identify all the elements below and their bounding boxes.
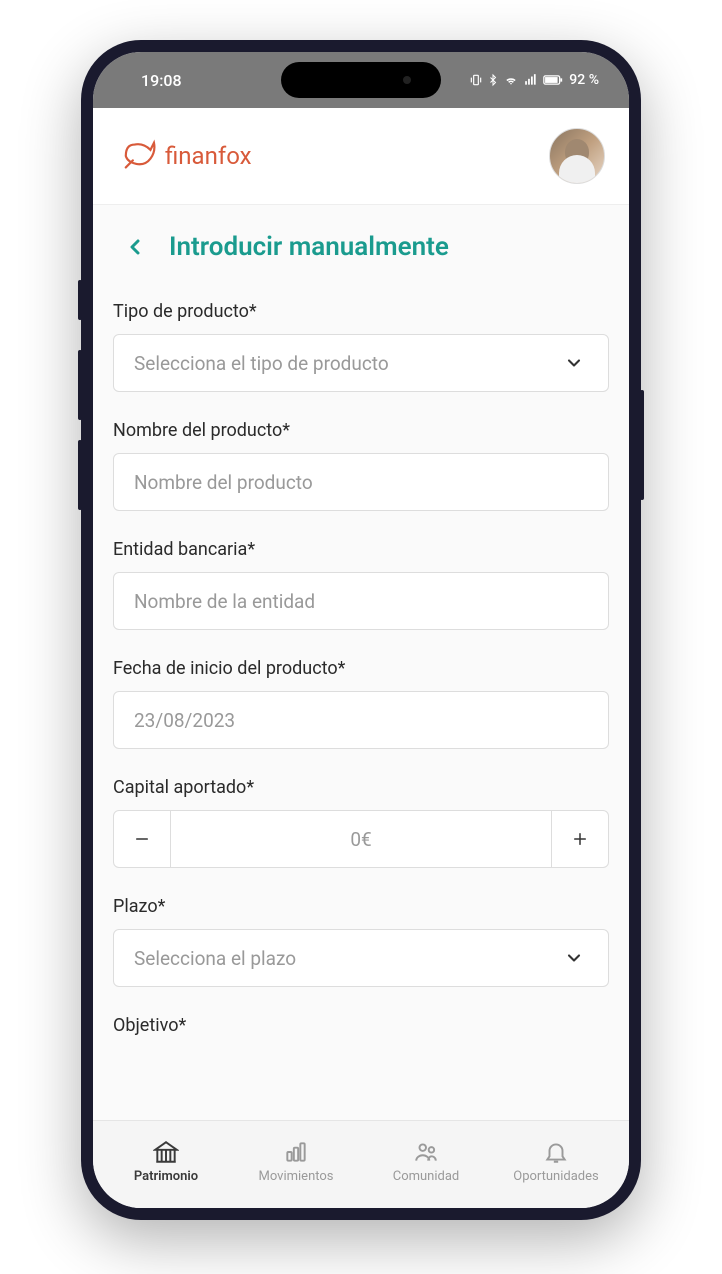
start-date-input[interactable]: 23/08/2023: [113, 691, 609, 749]
status-time: 19:08: [123, 71, 182, 90]
nav-movimientos[interactable]: Movimientos: [231, 1139, 361, 1184]
start-date-group: Fecha de inicio del producto* 23/08/2023: [113, 658, 609, 749]
bell-icon: [543, 1139, 569, 1165]
product-name-label: Nombre del producto*: [113, 420, 609, 441]
nav-comunidad[interactable]: Comunidad: [361, 1139, 491, 1184]
minus-icon: [133, 830, 151, 848]
term-group: Plazo* Selecciona el plazo: [113, 896, 609, 987]
nav-movimientos-label: Movimientos: [258, 1169, 333, 1184]
start-date-value: 23/08/2023: [134, 709, 235, 732]
status-icons: [469, 73, 563, 87]
product-type-group: Tipo de producto* Selecciona el tipo de …: [113, 301, 609, 392]
chevron-down-icon: [564, 353, 584, 373]
content-area: Introducir manualmente Tipo de producto*…: [93, 205, 629, 1120]
nav-comunidad-label: Comunidad: [393, 1169, 460, 1184]
capital-group: Capital aportado* 0€: [113, 777, 609, 868]
term-select[interactable]: Selecciona el plazo: [113, 929, 609, 987]
bank-entity-label: Entidad bancaria*: [113, 539, 609, 560]
nav-patrimonio-label: Patrimonio: [134, 1169, 198, 1184]
chevron-left-icon: [123, 235, 147, 259]
people-icon: [413, 1139, 439, 1165]
page-title: Introducir manualmente: [169, 232, 449, 262]
logo[interactable]: finanfox: [117, 134, 252, 178]
phone-screen: 19:08 92 % finanfox: [93, 52, 629, 1208]
battery-percent: 92 %: [569, 72, 599, 88]
app-header: finanfox: [93, 108, 629, 205]
nav-oportunidades[interactable]: Oportunidades: [491, 1139, 621, 1184]
battery-icon: [543, 74, 563, 86]
back-button[interactable]: [117, 229, 153, 265]
bank-entity-group: Entidad bancaria* Nombre de la entidad: [113, 539, 609, 630]
chart-icon: [283, 1139, 309, 1165]
avatar[interactable]: [549, 128, 605, 184]
capital-decrease-button[interactable]: [113, 810, 171, 868]
logo-text: finanfox: [165, 142, 252, 170]
wifi-icon: [503, 73, 519, 87]
bank-entity-input[interactable]: Nombre de la entidad: [113, 572, 609, 630]
status-right: 92 %: [469, 72, 599, 88]
nav-patrimonio[interactable]: Patrimonio: [101, 1139, 231, 1184]
notch: [281, 62, 441, 98]
power-button: [640, 390, 644, 500]
bank-icon: [153, 1139, 179, 1165]
product-type-placeholder: Selecciona el tipo de producto: [134, 352, 389, 375]
page-header: Introducir manualmente: [113, 229, 609, 265]
bottom-nav: Patrimonio Movimientos Comunidad Oportun…: [93, 1120, 629, 1208]
nav-oportunidades-label: Oportunidades: [513, 1169, 598, 1184]
bank-entity-placeholder: Nombre de la entidad: [134, 590, 315, 613]
capital-label: Capital aportado*: [113, 777, 609, 798]
start-date-label: Fecha de inicio del producto*: [113, 658, 609, 679]
volume-button: [78, 280, 82, 320]
bluetooth-icon: [487, 73, 499, 87]
objective-label: Objetivo*: [113, 1015, 609, 1036]
volume-up-button: [78, 350, 82, 420]
product-type-label: Tipo de producto*: [113, 301, 609, 322]
phone-frame: 19:08 92 % finanfox: [81, 40, 641, 1220]
term-label: Plazo*: [113, 896, 609, 917]
product-name-group: Nombre del producto* Nombre del producto: [113, 420, 609, 511]
volume-down-button: [78, 440, 82, 510]
product-type-select[interactable]: Selecciona el tipo de producto: [113, 334, 609, 392]
capital-stepper: 0€: [113, 810, 609, 868]
plus-icon: [571, 830, 589, 848]
vibrate-icon: [469, 73, 483, 87]
objective-group: Objetivo*: [113, 1015, 609, 1036]
product-name-input[interactable]: Nombre del producto: [113, 453, 609, 511]
capital-value[interactable]: 0€: [171, 810, 551, 868]
fox-icon: [117, 134, 161, 178]
signal-icon: [523, 73, 539, 87]
product-name-placeholder: Nombre del producto: [134, 471, 313, 494]
capital-increase-button[interactable]: [551, 810, 609, 868]
term-placeholder: Selecciona el plazo: [134, 947, 296, 970]
chevron-down-icon: [564, 948, 584, 968]
